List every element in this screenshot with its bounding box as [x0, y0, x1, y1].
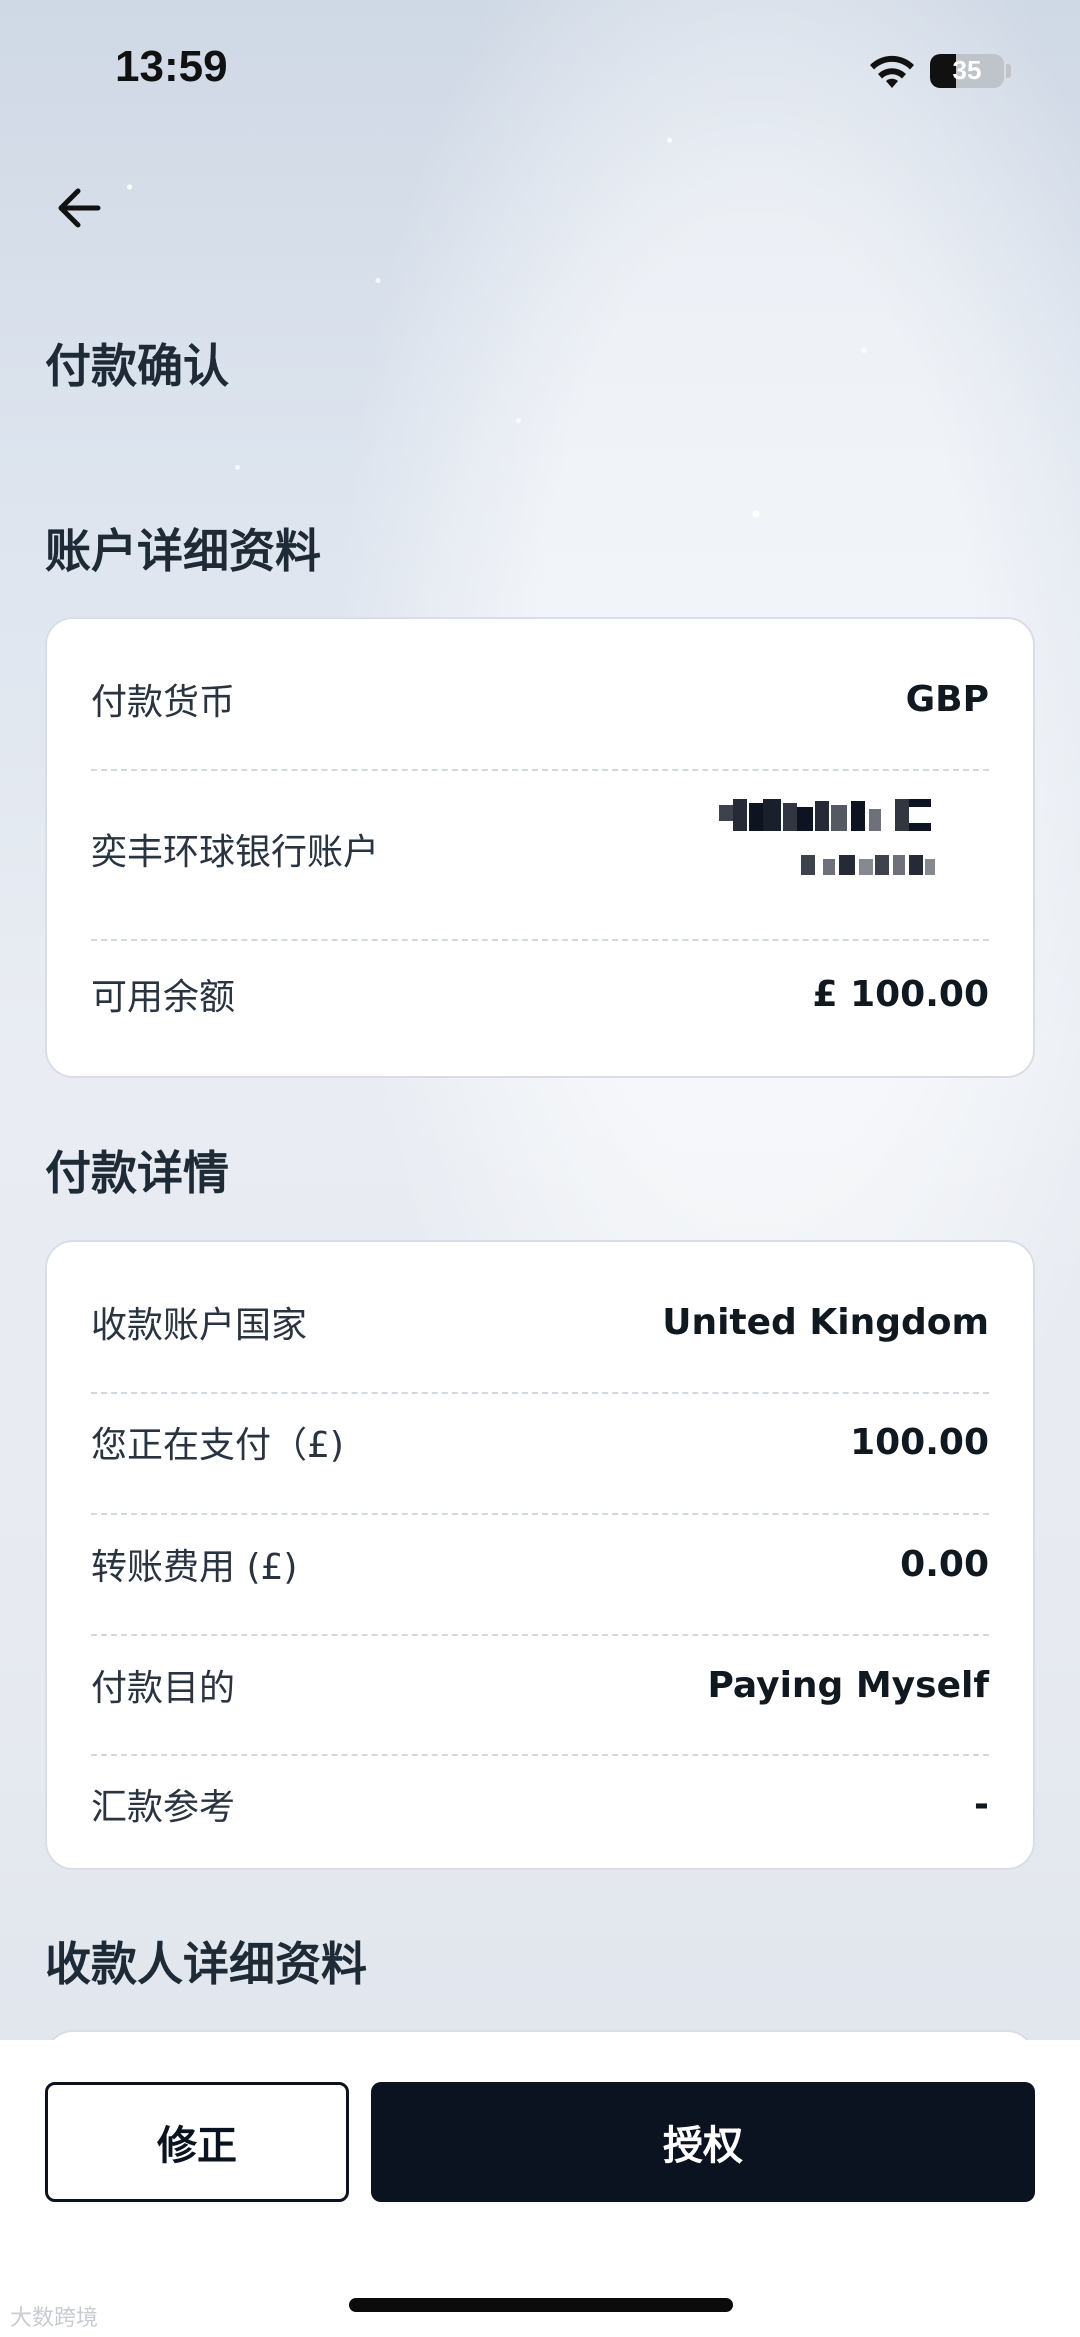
- battery-icon: 35: [930, 54, 1004, 88]
- paying-amount-label: 您正在支付（£): [91, 1425, 344, 1466]
- page-title: 付款确认: [45, 339, 229, 393]
- transfer-fee-label: 转账费用 (£): [91, 1547, 298, 1588]
- pixelated-account-number: [719, 799, 935, 875]
- payment-section-title: 付款详情: [45, 1146, 229, 1200]
- remittance-reference-value: -: [974, 1783, 989, 1825]
- available-balance-row: 可用余额 £ 100.00: [91, 964, 989, 1024]
- bank-account-label: 奕丰环球银行账户: [91, 832, 380, 873]
- bank-account-row: 奕丰环球银行账户: [91, 799, 989, 899]
- divider: [91, 1754, 989, 1756]
- recipient-country-value: United Kingdom: [662, 1301, 989, 1343]
- available-balance-value: £ 100.00: [812, 973, 989, 1015]
- recipient-country-row: 收款账户国家 United Kingdom: [91, 1292, 989, 1352]
- available-balance-label: 可用余额: [91, 977, 236, 1018]
- watermark: 大数跨境: [10, 2306, 99, 2331]
- remittance-reference-row: 汇款参考 -: [91, 1774, 989, 1834]
- account-details-card: 付款货币 GBP 奕丰环球银行账户 可用余额 £ 100.00: [45, 617, 1035, 1078]
- divider: [91, 1634, 989, 1636]
- paying-amount-value: 100.00: [850, 1421, 989, 1463]
- divider: [91, 1392, 989, 1394]
- home-indicator[interactable]: [349, 2298, 733, 2312]
- transfer-fee-value: 0.00: [900, 1543, 989, 1585]
- paying-amount-row: 您正在支付（£) 100.00: [91, 1412, 989, 1472]
- divider: [91, 1513, 989, 1515]
- account-section-title: 账户详细资料: [45, 524, 321, 578]
- status-bar: 13:59 35: [0, 0, 1080, 140]
- authorize-button[interactable]: 授权: [371, 2082, 1035, 2202]
- arrow-left-icon: [58, 188, 101, 228]
- wifi-icon: [870, 55, 914, 88]
- remittance-reference-label: 汇款参考: [91, 1787, 236, 1828]
- payment-currency-label: 付款货币: [91, 682, 236, 723]
- payment-currency-row: 付款货币 GBP: [91, 669, 989, 729]
- payment-currency-value: GBP: [905, 678, 989, 720]
- recipient-country-label: 收款账户国家: [91, 1305, 308, 1346]
- status-time: 13:59: [115, 42, 228, 91]
- transfer-fee-row: 转账费用 (£) 0.00: [91, 1534, 989, 1594]
- payment-details-card: 收款账户国家 United Kingdom 您正在支付（£) 100.00 转账…: [45, 1240, 1035, 1870]
- payment-purpose-label: 付款目的: [91, 1668, 236, 1709]
- back-button[interactable]: [50, 178, 110, 238]
- battery-cap: [1006, 64, 1011, 78]
- edit-button[interactable]: 修正: [45, 2082, 349, 2202]
- divider: [91, 769, 989, 771]
- payment-purpose-row: 付款目的 Paying Myself: [91, 1655, 989, 1715]
- bank-account-number-masked: [719, 799, 989, 899]
- payee-section-title: 收款人详细资料: [45, 1937, 367, 1991]
- payment-purpose-value: Paying Myself: [707, 1664, 989, 1706]
- battery-percent: 35: [952, 55, 982, 85]
- divider: [91, 939, 989, 941]
